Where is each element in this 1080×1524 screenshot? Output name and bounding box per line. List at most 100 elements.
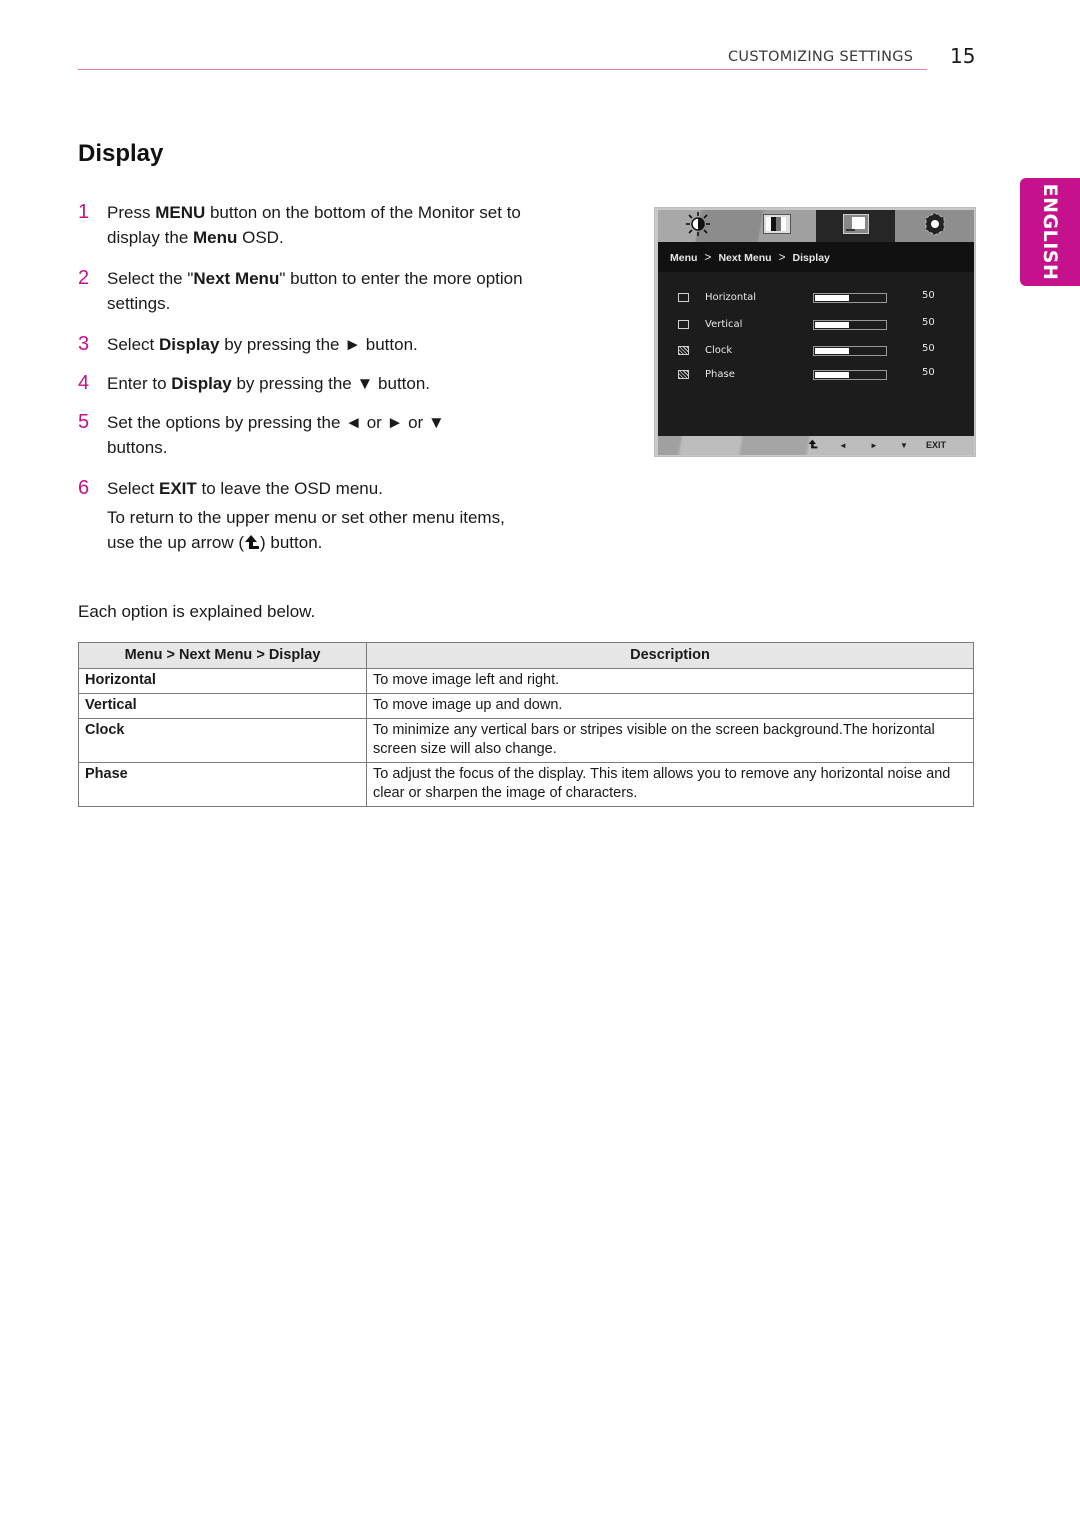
note-line-1: To return to the upper menu or set other… [107, 508, 505, 527]
emphasized-text: Display [171, 374, 232, 393]
page-number: 15 [950, 44, 976, 68]
column-header-description: Description [366, 642, 974, 669]
option-description: To move image up and down. [366, 693, 974, 719]
step-number: 5 [78, 411, 90, 433]
step-text-run: Press [107, 203, 156, 222]
emphasized-text: MENU [155, 203, 206, 222]
table-header-row: Menu > Next Menu > Display Description [78, 642, 974, 669]
step-text: Select the "Next Menu" button to enter t… [107, 266, 527, 316]
osd-item-clock: Clock 50 [658, 343, 974, 363]
language-label: ENGLISH [1039, 183, 1061, 281]
osd-tab-bar [658, 210, 974, 242]
osd-item-value: 50 [922, 343, 935, 354]
options-table: Menu > Next Menu > Display Description H… [78, 642, 974, 807]
left-arrow-icon: ◄ [839, 441, 847, 450]
option-name: Horizontal [78, 668, 367, 694]
emphasized-text: Display [158, 335, 220, 354]
option-description: To minimize any vertical bars or stripes… [366, 718, 974, 763]
option-name: Vertical [78, 693, 367, 719]
down-arrow-icon: ▼ [900, 441, 908, 450]
osd-item-label: Clock [705, 345, 733, 356]
slider-fill [815, 322, 849, 328]
osd-breadcrumb-menu: Menu [670, 252, 698, 264]
table-row: Phase To adjust the focus of the display… [78, 762, 974, 807]
option-name: Clock [78, 718, 367, 763]
emphasized-text: Next Menu [193, 269, 280, 288]
osd-breadcrumb-separator: > [704, 250, 712, 264]
clock-icon [678, 346, 689, 355]
header-divider [78, 69, 927, 70]
step-text: Select Display by pressing the ► button. [107, 332, 577, 357]
step-text-run: Enter to [107, 374, 172, 393]
language-tab: ENGLISH [1020, 178, 1080, 286]
step-text: Select EXIT to leave the OSD menu. [107, 476, 577, 501]
step-text-run: Select [107, 479, 159, 498]
slider-fill [815, 348, 849, 354]
osd-item-slider [813, 346, 887, 356]
slider-fill [815, 372, 849, 378]
osd-item-label: Horizontal [705, 292, 757, 303]
step-text-run: Select the " [107, 269, 194, 288]
intro-text: Each option is explained below. [78, 602, 316, 621]
osd-item-label: Phase [705, 369, 735, 380]
osd-item-value: 50 [922, 290, 935, 301]
osd-item-value: 50 [922, 367, 935, 378]
step-text: Enter to Display by pressing the ▼ butto… [107, 371, 577, 396]
step-text-run: Select [107, 335, 159, 354]
table-row: Vertical To move image up and down. [78, 693, 974, 719]
note-text: use the up arrow ( [107, 533, 245, 552]
horizontal-icon [678, 293, 689, 302]
step-text-run: to leave the OSD menu. [196, 479, 383, 498]
step-number: 1 [78, 201, 90, 223]
note-text: ) button. [260, 533, 323, 552]
osd-screen: Menu > Next Menu > Display Horizontal 50 Ver… [658, 242, 974, 436]
osd-tab-picture [658, 210, 737, 242]
osd-item-horizontal: Horizontal 50 [658, 290, 974, 310]
table-row: Horizontal To move image left and right. [78, 668, 974, 694]
color-bars-icon [762, 213, 791, 239]
osd-item-slider [813, 370, 887, 380]
osd-breadcrumb-display: Display [792, 252, 830, 264]
right-arrow-icon: ► [870, 441, 878, 450]
slider-fill [815, 295, 849, 301]
osd-breadcrumb: Menu > Next Menu > Display [658, 242, 974, 272]
osd-item-slider [813, 320, 887, 330]
gear-icon [922, 211, 948, 242]
step-number: 2 [78, 267, 90, 289]
exit-label: EXIT [926, 440, 947, 450]
osd-footer: ◄ ► ▼ EXIT [658, 436, 974, 455]
page-title: Display [78, 140, 164, 167]
osd-breadcrumb-separator: > [778, 250, 786, 264]
vertical-icon [678, 320, 689, 329]
up-arrow-icon [808, 436, 818, 455]
step-text-run: OSD. [237, 228, 284, 247]
note-line-2: use the up arrow ( ) button. [107, 530, 322, 556]
step-text: Press MENU button on the bottom of the M… [107, 200, 557, 250]
osd-tab-settings [895, 210, 974, 242]
osd-tab-display [816, 210, 895, 242]
osd-item-value: 50 [922, 317, 935, 328]
column-header-menu: Menu > Next Menu > Display [78, 642, 367, 669]
brightness-icon [683, 211, 713, 242]
phase-icon [678, 370, 689, 379]
step-number: 6 [78, 477, 90, 499]
emphasized-text: EXIT [158, 479, 197, 498]
emphasized-text: Menu [193, 228, 238, 247]
osd-breadcrumb-next-menu: Next Menu [718, 252, 772, 264]
display-icon [842, 213, 869, 239]
osd-screenshot: Menu > Next Menu > Display Horizontal 50 Ver… [654, 207, 976, 457]
option-name: Phase [78, 762, 367, 807]
step-text-run: by pressing the ▼ button. [231, 374, 431, 393]
osd-tab-color [737, 210, 816, 242]
option-description: To adjust the focus of the display. This… [366, 762, 974, 807]
up-arrow-icon [244, 531, 260, 556]
osd-item-slider [813, 293, 887, 303]
osd-item-label: Vertical [705, 319, 743, 330]
step-number: 3 [78, 333, 90, 355]
step-text-run: Set the options by pressing the ◄ or ► o… [107, 413, 445, 457]
step-text-run: by pressing the ► button. [219, 335, 418, 354]
osd-item-phase: Phase 50 [658, 367, 974, 387]
step-number: 4 [78, 372, 90, 394]
step-text: Set the options by pressing the ◄ or ► o… [107, 410, 497, 460]
table-row: Clock To minimize any vertical bars or s… [78, 718, 974, 763]
